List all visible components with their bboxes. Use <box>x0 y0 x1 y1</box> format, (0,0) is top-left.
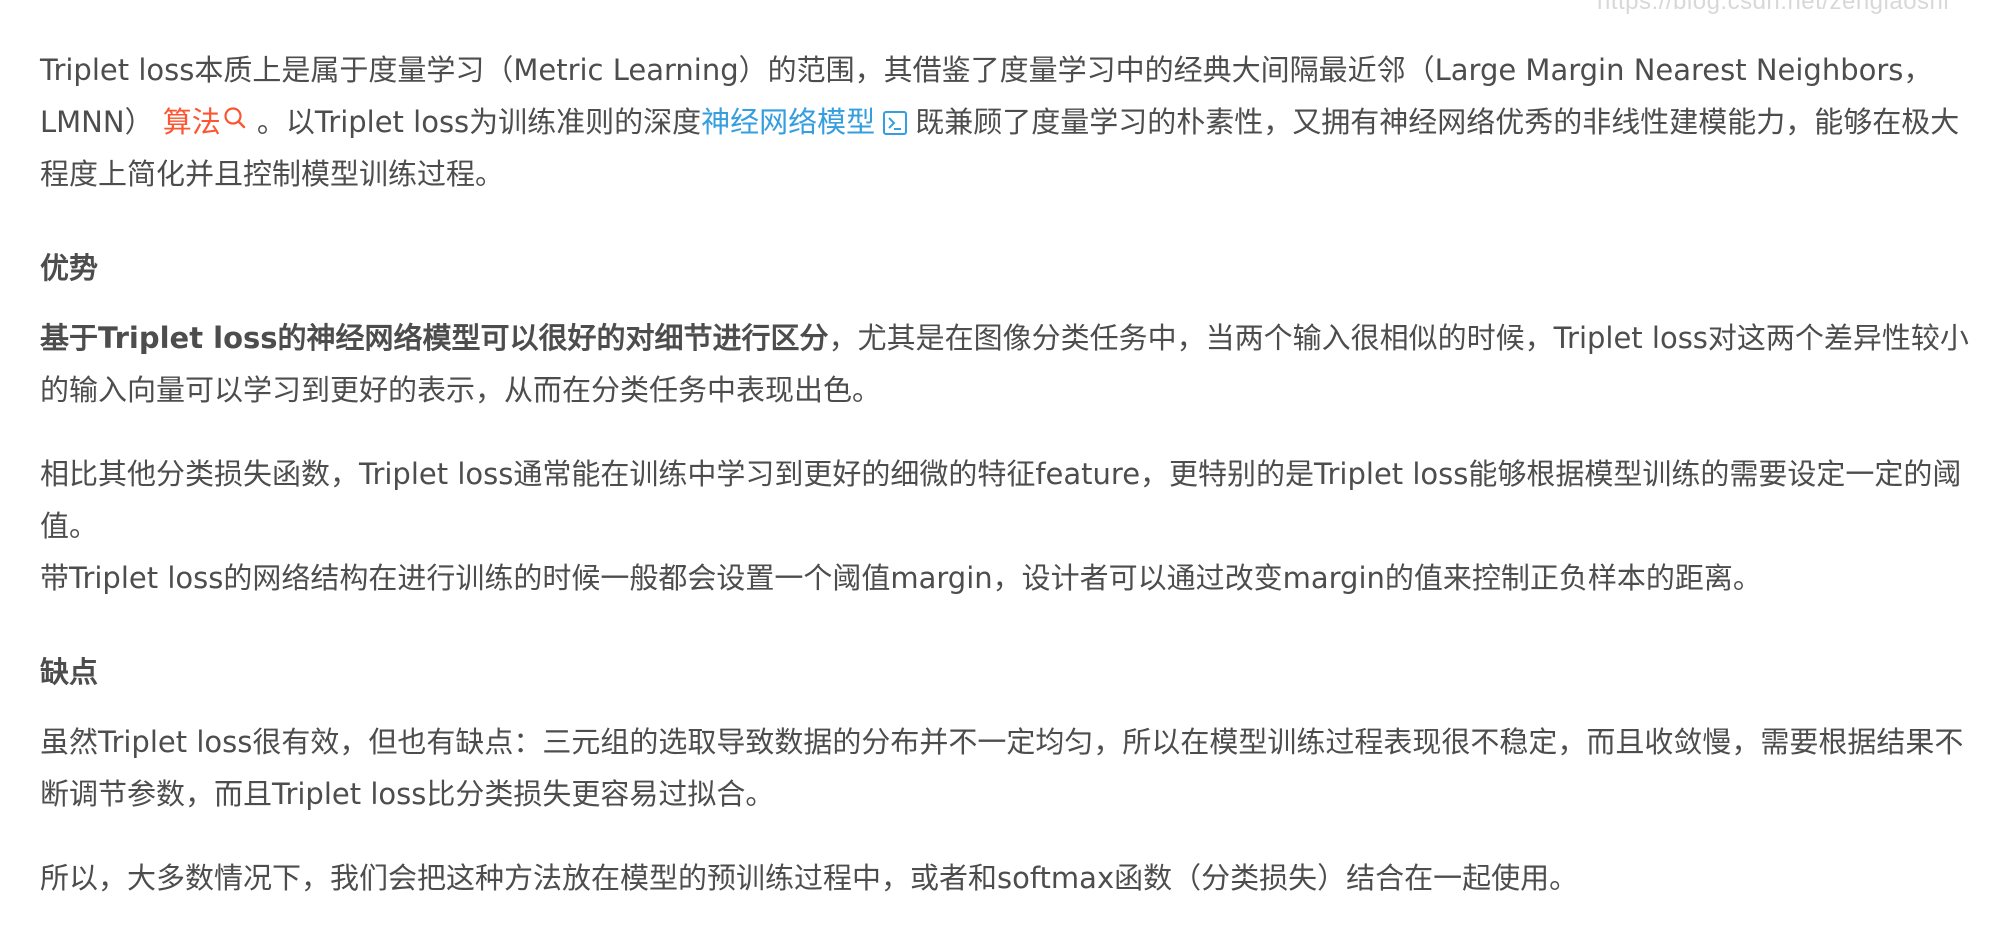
search-icon <box>224 107 246 129</box>
disadvantages-heading: 缺点 <box>40 655 99 689</box>
intro-text-2: 。以Triplet loss为训练准则的深度 <box>256 105 702 139</box>
watermark: https://blog.csdn.net/zengiaoshi <box>1597 0 1950 15</box>
algorithm-search-link[interactable]: 算法 <box>163 105 257 139</box>
model-link-label: 神经网络模型 <box>701 105 876 139</box>
article-body: Triplet loss本质上是属于度量学习（Metric Learning）的… <box>40 44 1980 904</box>
advantages-paragraph-1: 基于Triplet loss的神经网络模型可以很好的对细节进行区分，尤其是在图像… <box>40 312 1980 416</box>
disadvantages-paragraph-1: 虽然Triplet loss很有效，但也有缺点：三元组的选取导致数据的分布并不一… <box>40 725 1964 811</box>
disadvantages-paragraph-2: 所以，大多数情况下，我们会把这种方法放在模型的预训练过程中，或者和softmax… <box>40 861 1579 895</box>
neural-network-model-link[interactable]: 神经网络模型 <box>701 105 915 139</box>
advantages-paragraph-3: 带Triplet loss的网络结构在进行训练的时候一般都会设置一个阈值marg… <box>40 561 1762 595</box>
advantages-paragraph-2: 相比其他分类损失函数，Triplet loss通常能在训练中学习到更好的细微的特… <box>40 457 1962 543</box>
external-link-icon <box>883 111 908 135</box>
advantages-heading: 优势 <box>40 251 99 285</box>
intro-paragraph: Triplet loss本质上是属于度量学习（Metric Learning）的… <box>40 44 1980 200</box>
algorithm-link-label: 算法 <box>162 105 221 139</box>
advantages-bold-text: 基于Triplet loss的神经网络模型可以很好的对细节进行区分 <box>40 321 829 355</box>
